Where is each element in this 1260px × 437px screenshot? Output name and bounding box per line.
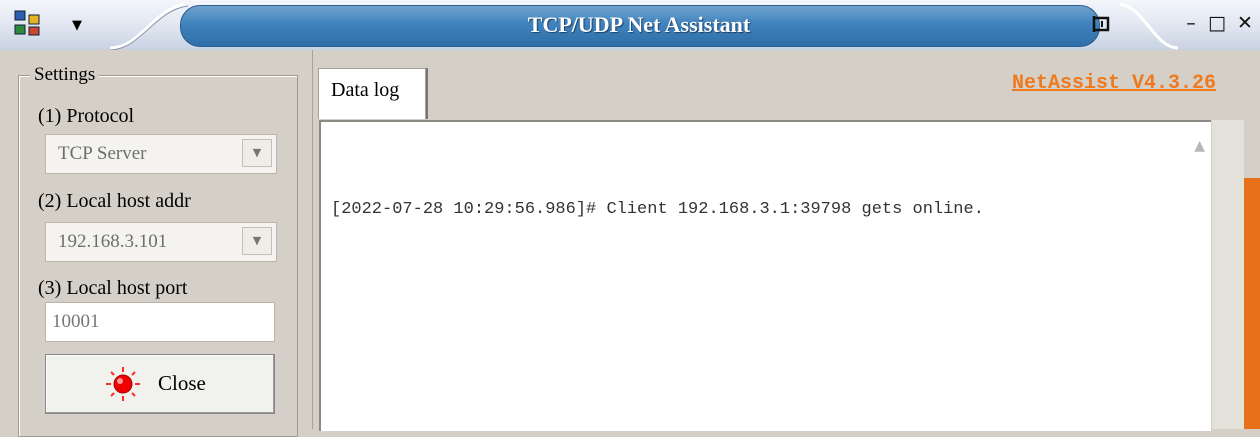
protocol-select[interactable]: TCP Server ▼ — [45, 134, 277, 174]
status-led-icon — [106, 367, 140, 401]
protocol-value: TCP Server — [58, 143, 147, 164]
version-link[interactable]: NetAssist V4.3.26 — [1012, 72, 1216, 95]
app-icon — [14, 10, 40, 36]
local-addr-value: 192.168.3.101 — [58, 231, 168, 252]
protocol-label: (1) Protocol — [38, 105, 135, 127]
maximize-button[interactable]: □ — [1206, 12, 1228, 34]
title-swoosh-left — [109, 2, 189, 50]
chevron-down-icon[interactable]: ▼ — [242, 139, 272, 167]
log-line: [2022-07-28 10:29:56.986]# Client 192.16… — [331, 200, 984, 219]
local-addr-select[interactable]: 192.168.3.101 ▼ — [45, 222, 277, 262]
local-port-label: (3) Local host port — [38, 277, 188, 299]
tab-data-log[interactable]: Data log — [318, 68, 426, 119]
log-scrollbar-track[interactable] — [1212, 120, 1244, 429]
window-title: TCP/UDP Net Assistant — [527, 12, 751, 37]
local-port-input[interactable]: 10001 — [45, 302, 275, 342]
chevron-down-icon[interactable]: ▼ — [242, 227, 272, 255]
scroll-up-icon[interactable]: ▲ — [1194, 138, 1205, 154]
close-window-button[interactable]: ✕ — [1234, 12, 1256, 34]
settings-panel: Settings (1) Protocol TCP Server ▼ (2) L… — [0, 50, 313, 437]
dropdown-arrow-icon: ▼ — [72, 18, 82, 33]
data-log-area[interactable]: [2022-07-28 10:29:56.986]# Client 192.16… — [319, 120, 1211, 431]
local-port-value: 10001 — [52, 311, 100, 332]
system-menu-button[interactable]: ▼ — [14, 10, 104, 40]
local-addr-label: (2) Local host addr — [38, 190, 191, 212]
side-gap — [1244, 120, 1260, 178]
settings-legend: Settings — [30, 64, 100, 86]
pin-icon[interactable] — [1088, 10, 1116, 38]
close-button-label: Close — [158, 371, 206, 395]
tab-data-log-label: Data log — [331, 79, 400, 101]
close-connection-button[interactable]: Close — [45, 354, 275, 414]
side-accent-bar — [1244, 178, 1260, 429]
minimize-button[interactable]: – — [1180, 12, 1202, 34]
title-bar: ▼ TCP/UDP Net Assistant – □ ✕ — [0, 0, 1260, 51]
